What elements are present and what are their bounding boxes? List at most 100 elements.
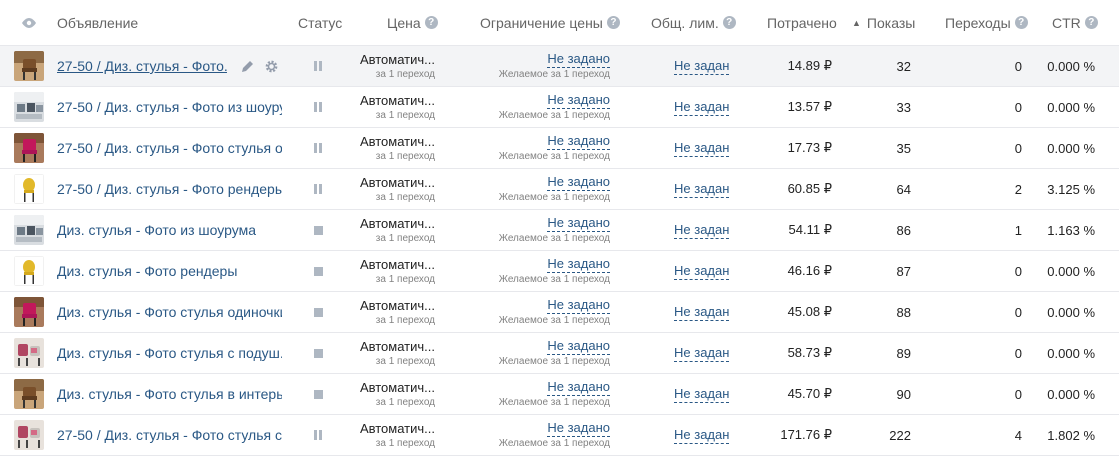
total-limit-link[interactable]: Не задан xyxy=(674,222,730,239)
pause-icon[interactable] xyxy=(314,102,322,112)
price-limit-sub: Желаемое за 1 переход xyxy=(498,315,610,326)
ad-thumbnail[interactable] xyxy=(14,374,44,414)
header-total-limit[interactable]: Общ. лим.? xyxy=(651,0,736,45)
stop-icon[interactable] xyxy=(314,348,323,358)
total-limit-link[interactable]: Не задан xyxy=(674,304,730,321)
ad-thumbnail[interactable] xyxy=(14,415,44,455)
impressions-value: 33 xyxy=(896,99,911,115)
table-row[interactable]: 27-50 / Диз. стулья - Фото рендеры Автом… xyxy=(0,169,1119,210)
total-limit-link[interactable]: Не задан xyxy=(674,140,730,157)
total-limit-link[interactable]: Не задан xyxy=(674,263,730,280)
ad-name-link[interactable]: Диз. стулья - Фото стулья в интерь... xyxy=(57,386,282,402)
total-limit-link[interactable]: Не задан xyxy=(674,345,730,362)
ad-thumbnail[interactable] xyxy=(14,128,44,168)
total-limit-link[interactable]: Не задан xyxy=(674,58,730,75)
chair-photo-icon xyxy=(14,174,44,204)
help-icon[interactable]: ? xyxy=(1014,16,1028,29)
price-limit-cell: Не задано Желаемое за 1 переход xyxy=(470,415,610,455)
pause-icon[interactable] xyxy=(314,61,322,71)
price-limit-link[interactable]: Не задано xyxy=(547,256,610,273)
header-status[interactable]: Статус xyxy=(298,0,342,45)
price-cell: Автоматич... за 1 переход xyxy=(330,169,435,209)
help-icon[interactable]: ? xyxy=(1084,16,1098,29)
ad-name-link[interactable]: Диз. стулья - Фото стулья с подуш... xyxy=(57,345,282,361)
clicks-value: 1 xyxy=(1014,222,1022,238)
price-limit-link[interactable]: Не задано xyxy=(547,174,610,191)
header-ad[interactable]: Объявление xyxy=(57,0,138,45)
table-row[interactable]: Диз. стулья - Фото рендеры Автоматич... … xyxy=(0,251,1119,292)
ad-name-link[interactable]: 27-50 / Диз. стулья - Фото рендеры xyxy=(57,181,282,197)
price-limit-link[interactable]: Не задано xyxy=(547,92,610,109)
ad-thumbnail[interactable] xyxy=(14,46,44,86)
header-impressions[interactable]: ▲ Показы xyxy=(852,0,915,45)
pencil-icon[interactable] xyxy=(241,60,254,73)
table-row[interactable]: Диз. стулья - Фото стулья с подуш... Авт… xyxy=(0,333,1119,374)
header-ctr-label: CTR xyxy=(1052,14,1081,31)
table-row[interactable]: Диз. стулья - Фото из шоурума Автоматич.… xyxy=(0,210,1119,251)
price-limit-cell: Не задано Желаемое за 1 переход xyxy=(470,46,610,86)
header-price[interactable]: Цена? xyxy=(387,0,438,45)
ad-name-link[interactable]: Диз. стулья - Фото из шоурума xyxy=(57,222,256,238)
pause-icon[interactable] xyxy=(314,184,322,194)
pause-icon[interactable] xyxy=(314,143,322,153)
price-limit-link[interactable]: Не задано xyxy=(547,133,610,150)
header-spent[interactable]: Потрачено xyxy=(767,0,837,45)
ad-thumbnail[interactable] xyxy=(14,333,44,373)
stop-icon[interactable] xyxy=(314,389,323,399)
total-limit-link[interactable]: Не задан xyxy=(674,386,730,403)
price-limit-cell: Не задано Желаемое за 1 переход xyxy=(470,292,610,332)
ad-thumbnail[interactable] xyxy=(14,87,44,127)
total-limit-link[interactable]: Не задан xyxy=(674,181,730,198)
stop-icon[interactable] xyxy=(314,307,323,317)
price-cell: Автоматич... за 1 переход xyxy=(330,46,435,86)
ad-name-link[interactable]: Диз. стулья - Фото стулья одиночки xyxy=(57,304,282,320)
ad-name-link[interactable]: 27-50 / Диз. стулья - Фото... xyxy=(57,58,227,74)
price-limit-link[interactable]: Не задано xyxy=(547,215,610,232)
status-toggle[interactable] xyxy=(314,46,322,86)
pause-icon[interactable] xyxy=(314,430,322,440)
status-toggle[interactable] xyxy=(314,87,322,127)
ad-thumbnail[interactable] xyxy=(14,210,44,250)
table-row[interactable]: Диз. стулья - Фото стулья одиночки Автом… xyxy=(0,292,1119,333)
price-limit-cell: Не задано Желаемое за 1 переход xyxy=(470,251,610,291)
price-cell: Автоматич... за 1 переход xyxy=(330,128,435,168)
table-row[interactable]: 27-50 / Диз. стулья - Фото... Автоматич.… xyxy=(0,46,1119,87)
table-row[interactable]: Диз. стулья - Фото стулья в интерь... Ав… xyxy=(0,374,1119,415)
gear-icon[interactable] xyxy=(264,59,279,74)
spent-value: 171.76 ₽ xyxy=(780,427,832,442)
status-toggle[interactable] xyxy=(314,374,323,414)
stop-icon[interactable] xyxy=(314,266,323,276)
visibility-column-icon[interactable] xyxy=(21,0,37,45)
status-toggle[interactable] xyxy=(314,415,322,455)
status-toggle[interactable] xyxy=(314,251,323,291)
price-limit-link[interactable]: Не задано xyxy=(547,420,610,437)
status-toggle[interactable] xyxy=(314,210,323,250)
price-limit-link[interactable]: Не задано xyxy=(547,297,610,314)
price-limit-link[interactable]: Не задано xyxy=(547,51,610,68)
header-price-limit[interactable]: Ограничение цены? xyxy=(480,0,620,45)
ad-name-link[interactable]: 27-50 / Диз. стулья - Фото стулья о... xyxy=(57,140,282,156)
help-icon[interactable]: ? xyxy=(606,16,620,29)
ad-thumbnail[interactable] xyxy=(14,292,44,332)
ad-name-link[interactable]: 27-50 / Диз. стулья - Фото из шоуру... xyxy=(57,99,282,115)
table-row[interactable]: 27-50 / Диз. стулья - Фото стулья с ... … xyxy=(0,415,1119,456)
ad-thumbnail[interactable] xyxy=(14,251,44,291)
table-row[interactable]: 27-50 / Диз. стулья - Фото стулья о... А… xyxy=(0,128,1119,169)
help-icon[interactable]: ? xyxy=(722,16,736,29)
header-clicks[interactable]: Переходы? xyxy=(945,0,1028,45)
total-limit-link[interactable]: Не задан xyxy=(674,427,730,444)
price-limit-link[interactable]: Не задано xyxy=(547,379,610,396)
table-row[interactable]: 27-50 / Диз. стулья - Фото из шоуру... А… xyxy=(0,87,1119,128)
price-limit-link[interactable]: Не задано xyxy=(547,338,610,355)
total-limit-link[interactable]: Не задан xyxy=(674,99,730,116)
ad-name-link[interactable]: 27-50 / Диз. стулья - Фото стулья с ... xyxy=(57,427,282,443)
stop-icon[interactable] xyxy=(314,225,323,235)
help-icon[interactable]: ? xyxy=(424,16,438,29)
status-toggle[interactable] xyxy=(314,333,323,373)
header-ctr[interactable]: CTR? xyxy=(1052,0,1098,45)
status-toggle[interactable] xyxy=(314,128,322,168)
ad-thumbnail[interactable] xyxy=(14,169,44,209)
status-toggle[interactable] xyxy=(314,292,323,332)
status-toggle[interactable] xyxy=(314,169,322,209)
ad-name-link[interactable]: Диз. стулья - Фото рендеры xyxy=(57,263,237,279)
